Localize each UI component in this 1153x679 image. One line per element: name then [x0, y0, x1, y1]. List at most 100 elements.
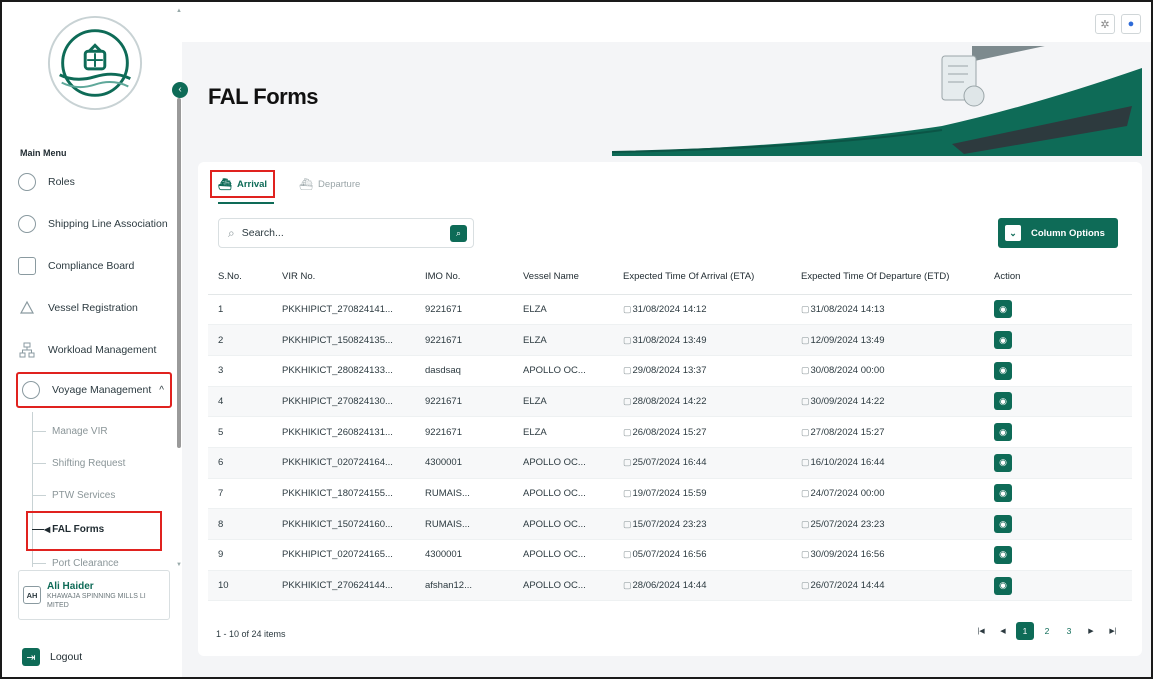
- cell-eta: ▢31/08/2024 14:12: [613, 294, 791, 326]
- cell-sno: 2: [208, 324, 272, 356]
- sidebar-item-workload-management[interactable]: Workload Management: [18, 332, 170, 368]
- cell-vessel-name-text: APOLLO OC...: [523, 518, 586, 530]
- cell-vessel-name-text: ELZA: [523, 395, 547, 407]
- cell-vessel-name: ELZA: [513, 386, 613, 418]
- ship-banner-illustration: [612, 46, 1142, 156]
- cell-imo-no-text: 4300001: [425, 457, 462, 469]
- last-page-icon[interactable]: ▶|: [1104, 622, 1122, 640]
- cell-sno-text: 3: [218, 365, 224, 377]
- table-row: 1 PKKHIPICT_270824141... 9221671 ELZA ▢31/08…: [208, 294, 1132, 326]
- view-icon[interactable]: ◉: [994, 331, 1012, 350]
- cell-vir-no-text: PKKHIKICT_260824131...: [282, 426, 393, 438]
- header-etd[interactable]: Expected Time Of Departure (ETD): [791, 260, 984, 295]
- page-button-2[interactable]: 2: [1038, 622, 1056, 640]
- cell-etd: ▢26/07/2024 14:44: [791, 570, 984, 602]
- tab-label: Arrival: [236, 178, 268, 190]
- sidebar-item-label: Voyage Management: [52, 384, 152, 396]
- portverse-logo: [47, 15, 143, 111]
- calendar-icon: ▢: [623, 395, 632, 406]
- settings-icon[interactable]: ✲: [1095, 14, 1115, 34]
- chevron-up-icon: ^: [159, 384, 164, 396]
- cell-sno: 6: [208, 447, 272, 479]
- page-button-3[interactable]: 3: [1060, 622, 1078, 640]
- sidebar-scrollbar-thumb[interactable]: [177, 98, 181, 448]
- calendar-icon: ▢: [801, 395, 810, 406]
- tab-departure[interactable]: ⛴ Departure: [293, 170, 366, 198]
- next-page-icon[interactable]: ▶: [1082, 622, 1100, 640]
- sidebar-item-vessel-registration[interactable]: Vessel Registration: [18, 290, 170, 326]
- first-page-icon[interactable]: |◀: [972, 622, 990, 640]
- sidebar-subitem-label: Port Clearance: [52, 558, 119, 569]
- top-toolbar: ✲ ●: [1095, 14, 1141, 34]
- sidebar-item-shipping-line-association[interactable]: Shipping Line Association: [18, 206, 170, 242]
- table-row: 7 PKKHIKICT_180724155... RUMAIS... APOLLO O…: [208, 478, 1132, 510]
- view-icon[interactable]: ◉: [994, 576, 1012, 595]
- cell-vessel-name: APOLLO OC...: [513, 447, 613, 479]
- search-icon: ⌕: [228, 225, 235, 240]
- cell-imo-no-text: 9221671: [425, 426, 462, 438]
- page-button-1[interactable]: 1: [1016, 622, 1034, 640]
- cell-sno: 5: [208, 416, 272, 448]
- sidebar-subitem-port-clearance[interactable]: Port Clearance: [32, 558, 119, 569]
- cell-eta-text: 15/07/2024 23:23: [632, 518, 707, 530]
- sidebar-subitem-label: Shifting Request: [52, 458, 126, 469]
- search-input[interactable]: [241, 227, 432, 239]
- logout-button[interactable]: ⇥ Logout: [22, 648, 82, 666]
- cell-vessel-name-text: APOLLO OC...: [523, 487, 586, 499]
- header-action: Action: [984, 260, 1132, 295]
- collapse-sidebar-button[interactable]: ‹: [172, 82, 188, 98]
- cell-imo-no: 9221671: [415, 386, 513, 418]
- cell-sno-text: 5: [218, 426, 224, 438]
- sidebar-subitem-manage-vir[interactable]: Manage VIR: [32, 426, 108, 437]
- sidebar-item-compliance-board[interactable]: Compliance Board: [18, 248, 170, 284]
- cell-vir-no-text: PKKHIKICT_270624144...: [282, 580, 393, 592]
- header-sno[interactable]: S.No.: [208, 260, 272, 295]
- sidebar-subitem-fal-forms[interactable]: ◀ FAL Forms: [32, 524, 104, 535]
- cell-etd-text: 16/10/2024 16:44: [810, 457, 885, 469]
- calendar-icon: ▢: [623, 334, 632, 345]
- cell-eta-text: 29/08/2024 13:37: [632, 365, 707, 377]
- header-vessel-name[interactable]: Vessel Name: [513, 260, 613, 295]
- cell-imo-no: RUMAIS...: [415, 478, 513, 510]
- prev-page-icon[interactable]: ◀: [994, 622, 1012, 640]
- view-icon[interactable]: ◉: [994, 300, 1012, 319]
- view-icon[interactable]: ◉: [994, 361, 1012, 380]
- tab-arrival[interactable]: ⛴ Arrival: [210, 170, 276, 198]
- cell-action: ◉: [984, 324, 1132, 356]
- column-options-button[interactable]: ⌄ Column Options: [998, 218, 1118, 248]
- calendar-icon: ▢: [801, 549, 810, 560]
- view-icon[interactable]: ◉: [994, 515, 1012, 534]
- view-icon[interactable]: ◉: [994, 545, 1012, 564]
- cell-sno-text: 4: [218, 395, 224, 407]
- search-button[interactable]: ⌕: [450, 225, 467, 242]
- table-body: 1 PKKHIPICT_270824141... 9221671 ELZA ▢31/08…: [208, 294, 1132, 602]
- sidebar-item-voyage-management[interactable]: Voyage Management ^: [16, 372, 172, 408]
- association-icon: [18, 215, 36, 233]
- notification-icon[interactable]: ●: [1121, 14, 1141, 34]
- sidebar-subitem-ptw-services[interactable]: PTW Services: [32, 490, 115, 501]
- header-imo-no[interactable]: IMO No.: [415, 260, 513, 295]
- document-icon: [18, 257, 36, 275]
- view-icon[interactable]: ◉: [994, 453, 1012, 472]
- cell-imo-no: RUMAIS...: [415, 508, 513, 540]
- cell-vir-no-text: PKKHIKICT_150724160...: [282, 518, 393, 530]
- cell-vir-no: PKKHIKICT_270624144...: [272, 570, 415, 602]
- scroll-up-arrow[interactable]: ▲: [176, 8, 182, 14]
- user-card[interactable]: AH Ali Haider KHAWAJA SPINNING MILLS LI …: [18, 570, 170, 620]
- cell-etd: ▢12/09/2024 13:49: [791, 324, 984, 356]
- table-row: 5 PKKHIKICT_260824131... 9221671 ELZA ▢26/08…: [208, 416, 1132, 448]
- header-vir-no[interactable]: VIR No.: [272, 260, 415, 295]
- view-icon[interactable]: ◉: [994, 484, 1012, 503]
- view-icon[interactable]: ◉: [994, 423, 1012, 442]
- cell-imo-no: 9221671: [415, 294, 513, 326]
- sidebar-subitem-shifting-request[interactable]: Shifting Request: [32, 458, 125, 469]
- header-eta[interactable]: Expected Time Of Arrival (ETA): [613, 260, 791, 295]
- cell-vessel-name-text: ELZA: [523, 303, 547, 315]
- sidebar-item-roles[interactable]: Roles: [18, 164, 170, 200]
- view-icon[interactable]: ◉: [994, 392, 1012, 411]
- submenu-dash: [32, 529, 44, 530]
- cell-vir-no-text: PKKHIPICT_020724165...: [282, 549, 393, 561]
- table-row: 8 PKKHIKICT_150724160... RUMAIS... APOLLO O…: [208, 508, 1132, 540]
- cell-vessel-name: APOLLO OC...: [513, 570, 613, 602]
- cell-imo-no-text: RUMAIS...: [425, 487, 470, 499]
